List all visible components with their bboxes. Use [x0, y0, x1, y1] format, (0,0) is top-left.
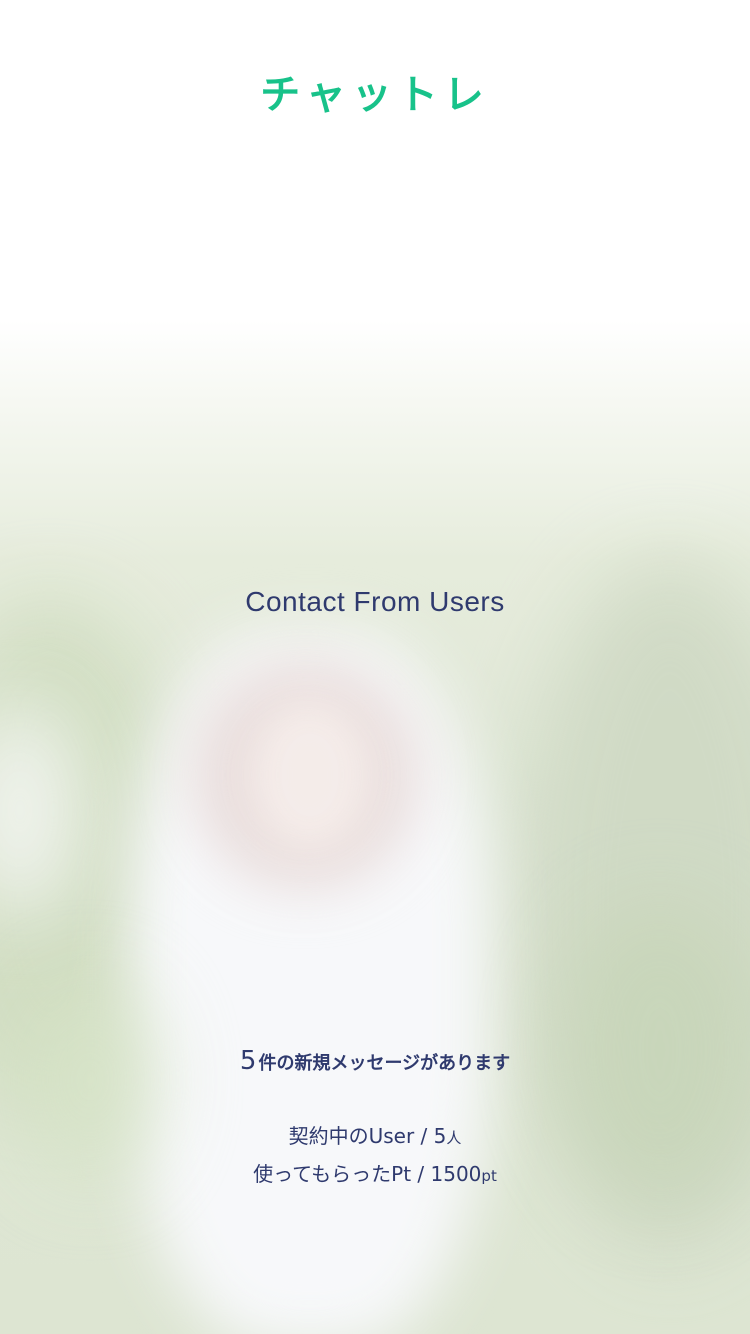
app-logo: チャットレ: [260, 72, 490, 118]
contracted-users-stat: 契約中のUser / 5人: [0, 1118, 750, 1156]
points-used-label: 使ってもらったPt / 1500: [253, 1162, 482, 1186]
new-messages-notice[interactable]: 5 件の新規メッセージがあります: [0, 1046, 750, 1076]
points-used-unit: pt: [481, 1167, 497, 1185]
contracted-users-label: 契約中のUser / 5: [288, 1124, 447, 1148]
stats-block: 契約中のUser / 5人 使ってもらったPt / 1500pt: [0, 1118, 750, 1194]
new-messages-count: 5: [239, 1046, 257, 1076]
page-title: Contact From Users: [245, 586, 505, 617]
new-messages-text: 件の新規メッセージがあります: [258, 1053, 511, 1074]
background-blur-person-face: [250, 700, 370, 850]
contracted-users-unit: 人: [446, 1129, 462, 1147]
points-used-stat: 使ってもらったPt / 1500pt: [0, 1156, 750, 1194]
